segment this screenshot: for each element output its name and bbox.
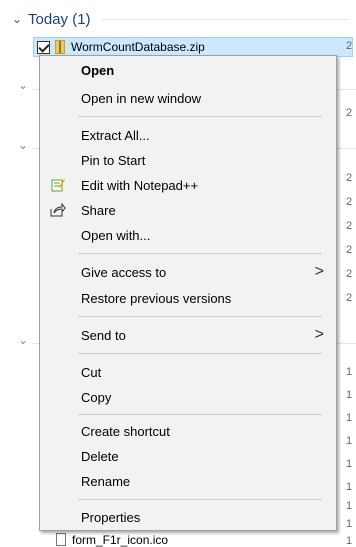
menu-item-open-new-window[interactable]: Open in new window — [40, 87, 336, 109]
menu-item-cut[interactable]: Cut — [40, 361, 336, 383]
menu-separator — [78, 414, 322, 415]
file-name: form_F1r_icon.ico — [72, 532, 169, 547]
date-modified: 1 — [346, 535, 353, 547]
date-modified: 2 — [346, 244, 353, 256]
menu-item-open-with[interactable]: Open with... — [40, 224, 336, 246]
chevron-down-icon[interactable]: ⌄ — [18, 333, 28, 347]
menu-item-send-to[interactable]: Send to > — [40, 324, 336, 346]
date-modified: 2 — [346, 107, 353, 119]
file-row[interactable]: form_F1r_icon.ico — [56, 532, 168, 547]
menu-separator — [78, 116, 322, 117]
date-modified: 2 — [346, 196, 353, 208]
group-divider — [100, 18, 348, 20]
group-header-today[interactable]: ⌄ Today (1) — [12, 6, 356, 32]
date-modified: 1 — [346, 412, 353, 424]
date-modified: 2 — [346, 40, 353, 52]
menu-separator — [78, 253, 322, 254]
menu-item-share[interactable]: Share — [40, 199, 336, 221]
checkbox-checked[interactable] — [37, 40, 50, 54]
share-icon — [50, 202, 66, 218]
date-modified: 1 — [346, 518, 353, 530]
menu-item-restore-versions[interactable]: Restore previous versions — [40, 287, 336, 309]
date-modified: 1 — [346, 435, 353, 447]
chevron-right-icon: > — [314, 263, 324, 280]
menu-item-extract-all[interactable]: Extract All... — [40, 124, 336, 146]
notepadpp-icon — [50, 177, 66, 193]
menu-separator — [78, 499, 322, 500]
date-modified: 2 — [346, 292, 353, 304]
menu-item-copy[interactable]: Copy — [40, 386, 336, 408]
menu-item-delete[interactable]: Delete — [40, 445, 336, 467]
chevron-down-icon[interactable]: ⌄ — [18, 78, 28, 92]
date-modified: 2 — [346, 268, 353, 280]
menu-item-pin-to-start[interactable]: Pin to Start — [40, 149, 336, 171]
chevron-right-icon: > — [314, 326, 324, 343]
date-modified: 1 — [346, 389, 353, 401]
chevron-down-icon[interactable]: ⌄ — [18, 138, 28, 152]
menu-item-create-shortcut[interactable]: Create shortcut — [40, 420, 336, 442]
file-name: WormCountDatabase.zip — [71, 40, 205, 54]
chevron-down-icon[interactable]: ⌄ — [12, 12, 26, 26]
date-modified: 1 — [346, 366, 353, 378]
menu-separator — [78, 316, 322, 317]
date-modified: 1 — [346, 458, 353, 470]
menu-item-open[interactable]: Open — [40, 59, 336, 81]
date-modified: 2 — [346, 172, 353, 184]
file-icon — [56, 533, 66, 546]
context-menu: Open Open in new window Extract All... P… — [39, 55, 337, 531]
date-modified: 1 — [346, 481, 353, 493]
zip-folder-icon — [55, 40, 65, 54]
group-title: Today (1) — [28, 10, 91, 28]
menu-item-edit-notepad[interactable]: Edit with Notepad++ — [40, 174, 336, 196]
menu-separator — [78, 353, 322, 354]
date-modified: 2 — [346, 220, 353, 232]
menu-item-rename[interactable]: Rename — [40, 470, 336, 492]
menu-item-give-access[interactable]: Give access to > — [40, 261, 336, 283]
menu-item-properties[interactable]: Properties — [40, 506, 336, 528]
date-modified: 1 — [346, 500, 353, 512]
file-row-selected[interactable]: WormCountDatabase.zip — [33, 37, 353, 57]
